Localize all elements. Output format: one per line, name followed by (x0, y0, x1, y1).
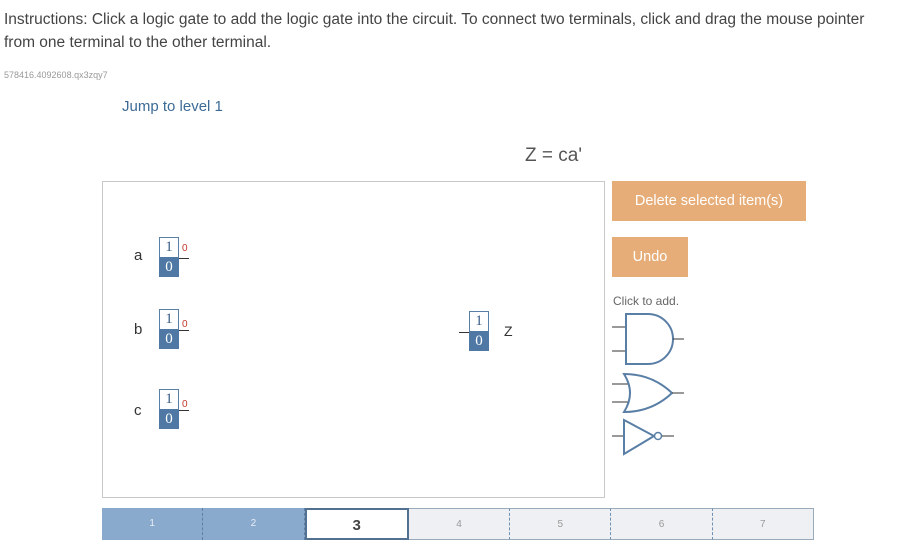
output-label-z: Z (504, 323, 513, 339)
toggle-zero[interactable]: 0 (159, 257, 179, 277)
level-2-segment[interactable]: 2 (203, 508, 305, 540)
toggle-zero[interactable]: 0 (159, 329, 179, 349)
toggle-one[interactable]: 1 (159, 309, 179, 330)
input-label-c: c (134, 402, 142, 419)
input-toggle-a[interactable]: 1 0 (159, 237, 179, 277)
output-terminal-b[interactable] (179, 330, 189, 331)
target-expression: Z = ca' (525, 145, 582, 166)
circuit-canvas[interactable]: a 1 0 0 b 1 0 0 c 1 0 0 1 0 Z (102, 181, 605, 498)
output-value-b: 0 (182, 319, 188, 330)
undo-button[interactable]: Undo (612, 237, 688, 277)
delete-selected-button[interactable]: Delete selected item(s) (612, 181, 806, 221)
activity-code: 578416.4092608.qx3zqy7 (4, 70, 108, 80)
not-gate-icon[interactable] (612, 418, 676, 458)
level-1-segment[interactable]: 1 (102, 508, 204, 540)
input-toggle-b[interactable]: 1 0 (159, 309, 179, 349)
toggle-one[interactable]: 1 (159, 237, 179, 258)
or-gate-icon[interactable] (612, 372, 686, 414)
output-zero: 0 (469, 331, 489, 351)
output-terminal-c[interactable] (179, 410, 189, 411)
instructions-text: Instructions: Click a logic gate to add … (4, 11, 865, 51)
input-terminal-z[interactable] (459, 332, 469, 333)
input-label-a: a (134, 247, 143, 264)
level-6-segment: 6 (611, 508, 713, 540)
toggle-one[interactable]: 1 (159, 389, 179, 410)
output-value-a: 0 (182, 243, 188, 254)
level-4-segment: 4 (408, 508, 511, 540)
jump-to-level-link[interactable]: Jump to level 1 (122, 98, 223, 115)
level-3-segment[interactable]: 3 (304, 508, 409, 540)
level-progress-bar: 1 2 3 4 5 6 7 (102, 508, 814, 540)
and-gate-icon[interactable] (612, 311, 686, 367)
level-7-segment: 7 (712, 508, 814, 540)
toggle-zero[interactable]: 0 (159, 409, 179, 429)
output-one: 1 (469, 311, 489, 332)
output-value-c: 0 (182, 399, 188, 410)
palette-hint: Click to add. (613, 294, 680, 308)
input-label-b: b (134, 321, 143, 338)
input-toggle-c[interactable]: 1 0 (159, 389, 179, 429)
output-terminal-a[interactable] (179, 258, 189, 259)
output-node-z: 1 0 (469, 311, 489, 351)
level-5-segment: 5 (510, 508, 612, 540)
